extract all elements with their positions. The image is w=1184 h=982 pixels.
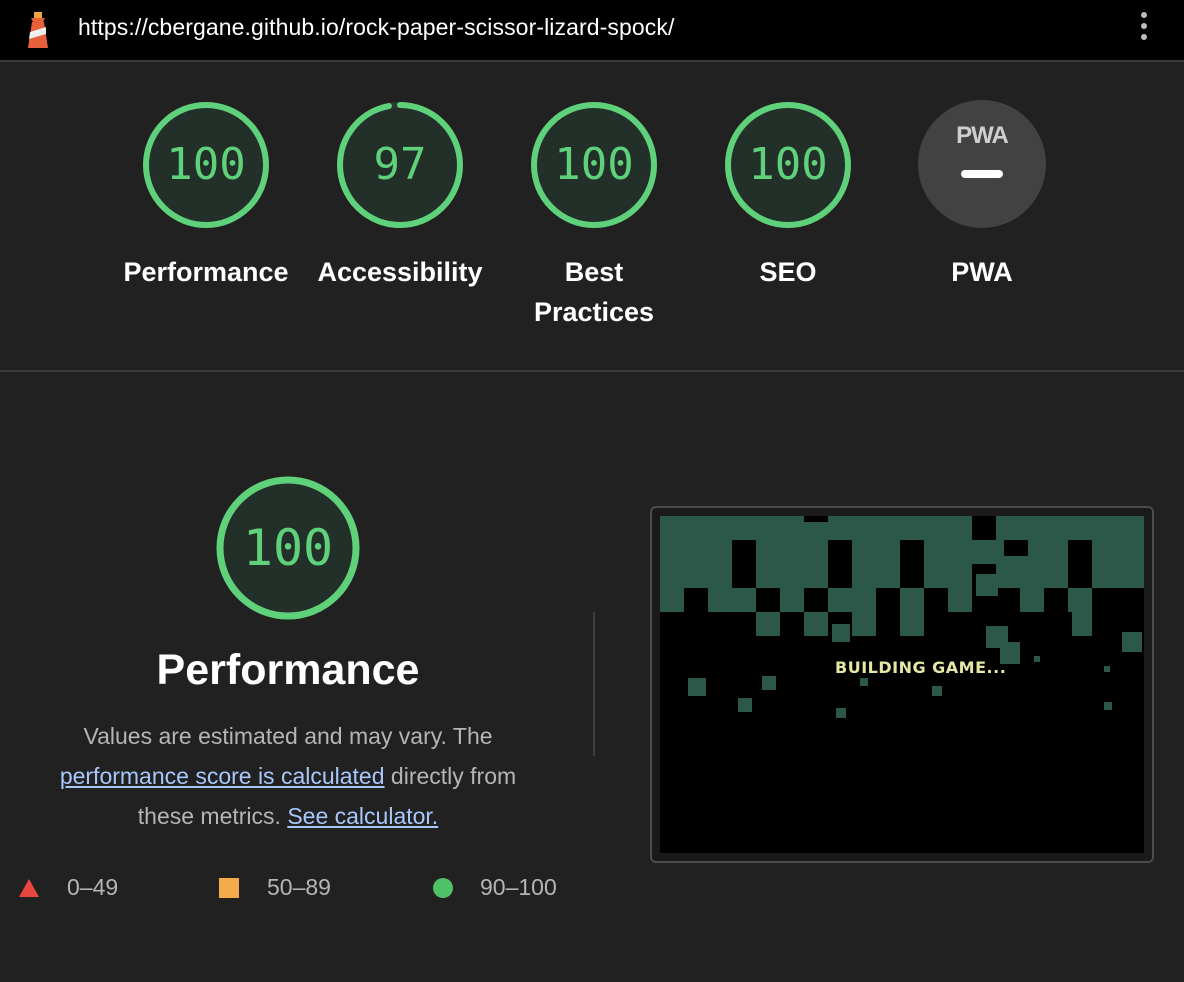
score-calculated-link[interactable]: performance score is calculated: [60, 763, 385, 789]
legend-range: 50–89: [267, 874, 331, 900]
legend-range: 0–49: [67, 874, 119, 900]
url-bar: https://cbergane.github.io/rock-paper-sc…: [0, 0, 1184, 62]
gauge-score: 100: [554, 139, 634, 190]
screenshot-text: BUILDING GAME...: [835, 658, 1007, 677]
gauge-seo[interactable]: 100 SEO: [691, 100, 885, 292]
circle-icon: [433, 878, 453, 898]
lighthouse-icon: [28, 12, 48, 48]
gauge-score: 100: [166, 139, 246, 190]
kebab-menu-icon[interactable]: [1138, 12, 1150, 46]
pwa-badge-text: PWA: [956, 122, 1009, 149]
performance-score: 100: [242, 519, 334, 577]
gauge-label: Performance: [123, 257, 289, 287]
desc-text: Values are estimated and may vary. The: [83, 723, 493, 749]
page-screenshot[interactable]: BUILDING GAME...: [650, 506, 1154, 863]
pwa-badge-icon: PWA: [918, 100, 1046, 228]
section-divider: [0, 370, 1184, 372]
legend-range: 90–100: [480, 874, 557, 900]
vertical-divider: [593, 612, 595, 756]
screenshot-image: BUILDING GAME...: [660, 516, 1144, 853]
square-icon: [219, 878, 239, 898]
performance-big-gauge: 100: [214, 474, 362, 622]
gauge-best-practices[interactable]: 100 Best Practices: [497, 100, 691, 332]
gauge-label: Accessibility: [317, 257, 483, 287]
gauge-label: SEO: [759, 257, 817, 287]
gauge-score: 97: [373, 139, 427, 190]
performance-title: Performance: [156, 646, 420, 694]
dash-icon: [961, 170, 1003, 178]
gauge-label: PWA: [951, 257, 1013, 287]
gauge-label: Best Practices: [533, 257, 655, 327]
gauge-accessibility[interactable]: 97 Accessibility: [303, 100, 497, 292]
gauge-pwa[interactable]: PWA PWA: [885, 100, 1079, 292]
performance-description: Values are estimated and may vary. The p…: [30, 716, 546, 836]
gauge-performance[interactable]: 100 Performance: [109, 100, 303, 292]
see-calculator-link[interactable]: See calculator.: [287, 803, 438, 829]
url-text[interactable]: https://cbergane.github.io/rock-paper-sc…: [78, 14, 675, 41]
triangle-icon: [19, 879, 39, 897]
pixel-pattern: [660, 516, 1144, 718]
gauge-score: 100: [748, 139, 828, 190]
